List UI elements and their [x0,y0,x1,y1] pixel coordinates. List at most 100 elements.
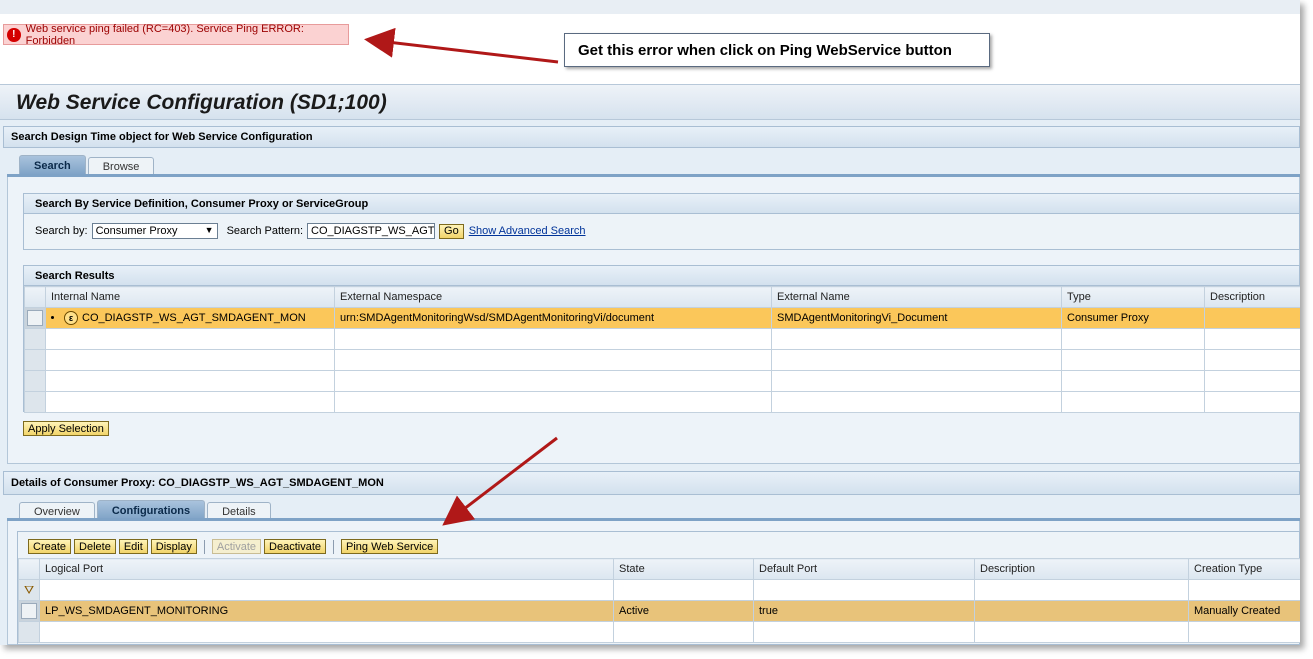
row-selector [24,328,46,350]
filter-icon[interactable]: ⛛ [24,583,34,597]
filter-row: ⛛ [18,579,1300,601]
go-button[interactable]: Go [439,223,464,239]
table-cell[interactable]: urn:SMDAgentMonitoringWsd/SMDAgentMonito… [334,307,772,329]
filter-input[interactable] [974,579,1189,601]
page-title: Web Service Configuration (SD1;100) [16,91,387,114]
table-cell [334,349,772,371]
search-by-select[interactable]: Consumer Proxy ▼ [91,223,218,239]
table-cell [45,370,335,392]
table-cell[interactable] [1204,307,1300,329]
table-row-empty [24,349,1300,371]
table-row[interactable]: ε CO_DIAGSTP_WS_AGT_SMDAGENT_MON urn:SMDA… [24,307,1300,329]
table-cell [771,391,1062,413]
table-cell [1204,328,1300,350]
toolbar-separator [333,539,334,554]
row-selector[interactable] [18,600,40,622]
display-button[interactable]: Display [150,539,197,554]
error-message-text: Web service ping failed (RC=403). Servic… [25,22,304,47]
table-cell [1204,370,1300,392]
consumer-proxy-icon: ε [64,311,78,325]
ping-web-service-button[interactable]: Ping Web Service [341,539,439,554]
col-external-name[interactable]: External Name [771,286,1062,308]
create-button[interactable]: Create [28,539,72,554]
table-cell [45,349,335,371]
row-selector [24,391,46,413]
tab-configurations[interactable]: Configurations [96,500,206,520]
filter-input[interactable] [39,579,614,601]
col-port-description[interactable]: Description [974,558,1189,580]
tab-browse[interactable]: Browse [87,157,155,175]
table-row-empty [24,391,1300,413]
delete-button[interactable]: Delete [74,539,116,554]
screenshot-frame: ! Web service ping failed (RC=403). Serv… [0,0,1300,645]
details-section-header: Details of Consumer Proxy: CO_DIAGSTP_WS… [3,471,1300,495]
top-strip [0,0,1300,14]
logical-ports-table: Logical Port State Default Port Descript… [18,558,1300,643]
table-cell[interactable]: Manually Created [1188,600,1300,622]
configurations-toolbar: Create Delete Edit Display Activate Deac… [28,538,439,555]
col-external-namespace[interactable]: External Namespace [334,286,772,308]
edit-button[interactable]: Edit [118,539,148,554]
annotation-callout: Get this error when click on Ping WebSer… [564,33,990,67]
table-cell [1204,349,1300,371]
table-cell [45,328,335,350]
filter-input[interactable] [753,579,975,601]
col-logical-port[interactable]: Logical Port [39,558,614,580]
search-results-header: Search Results [24,266,1299,286]
col-default-port[interactable]: Default Port [753,558,975,580]
search-section-title: Search Design Time object for Web Servic… [11,131,313,143]
select-all-cell[interactable] [18,558,40,580]
table-cell [1061,349,1205,371]
row-selector [24,349,46,371]
table-cell[interactable]: Active [613,600,754,622]
search-pattern-input[interactable]: CO_DIAGSTP_WS_AGT_SMDAGENT_MON [307,223,436,239]
show-advanced-search-link[interactable]: Show Advanced Search [469,225,586,237]
table-cell [45,391,335,413]
table-cell[interactable] [974,600,1189,622]
table-cell [1061,370,1205,392]
apply-selection-button[interactable]: Apply Selection [23,421,109,436]
tab-search[interactable]: Search [19,155,86,175]
table-cell[interactable]: Consumer Proxy [1061,307,1205,329]
error-message: ! Web service ping failed (RC=403). Serv… [3,22,349,47]
table-cell [771,370,1062,392]
table-cell [974,621,1189,643]
row-select-box[interactable] [27,310,43,326]
deactivate-button[interactable]: Deactivate [264,539,326,554]
table-row-empty [24,328,1300,350]
col-state[interactable]: State [613,558,754,580]
col-internal-name[interactable]: Internal Name [45,286,335,308]
table-cell[interactable]: ε CO_DIAGSTP_WS_AGT_SMDAGENT_MON [45,307,335,329]
filter-cell[interactable]: ⛛ [18,579,40,601]
table-header-row: Logical Port State Default Port Descript… [18,558,1300,580]
table-cell [334,370,772,392]
table-row[interactable]: LP_WS_SMDAGENT_MONITORING Active true Ma… [18,600,1300,622]
table-cell [753,621,975,643]
table-cell [334,391,772,413]
table-row-empty [24,370,1300,392]
table-cell [1204,391,1300,413]
col-creation-type[interactable]: Creation Type [1188,558,1300,580]
table-cell[interactable]: true [753,600,975,622]
col-description[interactable]: Description [1204,286,1300,308]
filter-input[interactable] [613,579,754,601]
filter-input[interactable] [1188,579,1300,601]
table-cell [39,621,614,643]
bullet-icon [51,315,54,319]
table-cell [771,349,1062,371]
activate-button[interactable]: Activate [211,539,262,554]
toolbar-separator [203,539,205,554]
table-cell [1188,621,1300,643]
row-selector [18,621,40,643]
error-icon: ! [7,27,21,42]
select-all-cell[interactable] [24,286,46,308]
row-select-box[interactable] [21,603,37,619]
search-pattern-label: Search Pattern: [226,225,304,237]
table-cell[interactable]: SMDAgentMonitoringVi_Document [771,307,1062,329]
table-row-empty [18,621,1300,643]
search-criteria-row: Search by: Consumer Proxy ▼ Search Patte… [35,222,586,240]
row-selector[interactable] [24,307,46,329]
table-cell [771,328,1062,350]
col-type[interactable]: Type [1061,286,1205,308]
table-cell[interactable]: LP_WS_SMDAGENT_MONITORING [39,600,614,622]
